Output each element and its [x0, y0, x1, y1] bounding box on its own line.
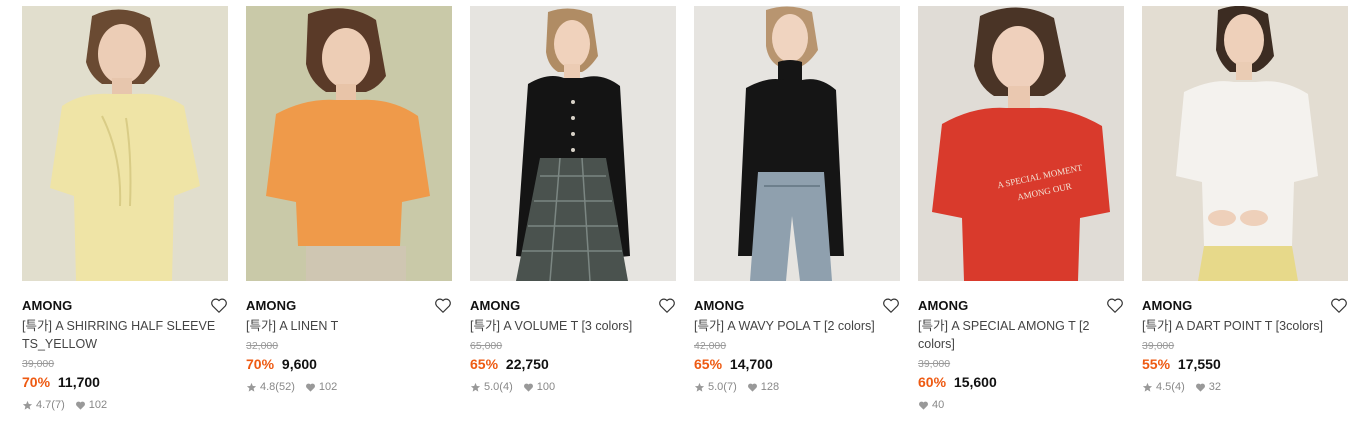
- sale-price: 14,700: [729, 356, 773, 372]
- discount-rate: 55%: [1142, 356, 1171, 372]
- rating-value: 5.0: [484, 381, 500, 393]
- original-price: 42,000: [694, 340, 727, 352]
- sale-price: 9,600: [281, 356, 317, 372]
- like-count: 40: [932, 399, 945, 411]
- original-price: 32,000: [246, 340, 279, 352]
- brand-name[interactable]: AMONG: [1142, 295, 1349, 317]
- original-price: 39,000: [918, 358, 951, 370]
- original-price: 39,000: [22, 358, 55, 370]
- original-price: 39,000: [1142, 340, 1175, 352]
- product-name[interactable]: [특가] A DART POINT T [3colors]: [1142, 317, 1349, 335]
- like-count: 32: [1208, 381, 1221, 393]
- review-count: (7): [723, 381, 737, 393]
- rating-value: 4.7: [36, 399, 52, 411]
- star-icon: [1142, 382, 1153, 393]
- sale-price: 22,750: [505, 356, 549, 372]
- discount-rate: 65%: [470, 356, 499, 372]
- brand-name[interactable]: AMONG: [918, 295, 1125, 317]
- heart-outline-icon[interactable]: [210, 297, 228, 314]
- product-name[interactable]: [특가] A SPECIAL AMONG T [2 colors]: [918, 317, 1125, 353]
- product-name[interactable]: [특가] A SHIRRING HALF SLEEVE TS_YELLOW: [22, 317, 229, 353]
- heart-filled-icon: [747, 382, 758, 393]
- discount-rate: 70%: [22, 374, 51, 390]
- product-photo: [22, 6, 228, 281]
- sale-price: 17,550: [1177, 356, 1221, 372]
- like-count: 102: [318, 381, 338, 393]
- rating-value: 4.5: [1156, 381, 1172, 393]
- product-name[interactable]: [특가] A WAVY POLA T [2 colors]: [694, 317, 901, 335]
- original-price: 65,000: [470, 340, 503, 352]
- product-name[interactable]: [특가] A VOLUME T [3 colors]: [470, 317, 677, 335]
- discount-rate: 60%: [918, 374, 947, 390]
- product-photo: [470, 6, 676, 281]
- heart-outline-icon[interactable]: [1330, 297, 1348, 314]
- product-card[interactable]: AMONG [특가] A VOLUME T [3 colors] 65,000 …: [470, 6, 677, 394]
- heart-outline-icon[interactable]: [434, 297, 452, 314]
- product-photo: [246, 6, 452, 281]
- product-name[interactable]: [특가] A LINEN T: [246, 317, 453, 335]
- sale-price: 15,600: [953, 374, 997, 390]
- product-stats: 40: [918, 398, 1125, 412]
- product-stats: 4.7 (7) 102: [22, 398, 229, 412]
- review-count: (52): [275, 381, 295, 393]
- review-count: (4): [1171, 381, 1185, 393]
- like-count: 102: [88, 399, 108, 411]
- product-card[interactable]: AMONG [특가] A LINEN T 32,000 70% 9,600 4.…: [246, 6, 453, 394]
- heart-outline-icon[interactable]: [1106, 297, 1124, 314]
- discount-rate: 70%: [246, 356, 275, 372]
- star-icon: [22, 400, 33, 411]
- star-icon: [470, 382, 481, 393]
- product-image[interactable]: [694, 6, 900, 281]
- brand-name[interactable]: AMONG: [694, 295, 901, 317]
- heart-filled-icon: [305, 382, 316, 393]
- star-icon: [694, 382, 705, 393]
- rating-value: 4.8: [260, 381, 276, 393]
- like-count: 100: [536, 381, 556, 393]
- product-stats: 4.8 (52) 102: [246, 380, 453, 394]
- product-photo: A SPECIAL MOMENT AMONG OUR: [918, 6, 1124, 281]
- rating-value: 5.0: [708, 381, 724, 393]
- product-image[interactable]: [246, 6, 452, 281]
- heart-filled-icon: [1195, 382, 1206, 393]
- discount-rate: 65%: [694, 356, 723, 372]
- brand-name[interactable]: AMONG: [246, 295, 453, 317]
- product-stats: 5.0 (4) 100: [470, 380, 677, 394]
- product-image[interactable]: [470, 6, 676, 281]
- review-count: (7): [51, 399, 65, 411]
- brand-name[interactable]: AMONG: [470, 295, 677, 317]
- heart-outline-icon[interactable]: [882, 297, 900, 314]
- sale-price: 11,700: [57, 374, 100, 390]
- product-grid: AMONG [특가] A SHIRRING HALF SLEEVE TS_YEL…: [0, 0, 1363, 446]
- review-count: (4): [499, 381, 513, 393]
- product-image[interactable]: [1142, 6, 1348, 281]
- brand-name[interactable]: AMONG: [22, 295, 229, 317]
- product-card[interactable]: A SPECIAL MOMENT AMONG OUR AMONG [특가] A …: [918, 6, 1125, 412]
- product-card[interactable]: AMONG [특가] A WAVY POLA T [2 colors] 42,0…: [694, 6, 901, 394]
- product-photo: [1142, 6, 1348, 281]
- product-stats: 5.0 (7) 128: [694, 380, 901, 394]
- heart-filled-icon: [75, 400, 86, 411]
- heart-filled-icon: [918, 400, 929, 411]
- star-icon: [246, 382, 257, 393]
- like-count: 128: [760, 381, 780, 393]
- product-image[interactable]: A SPECIAL MOMENT AMONG OUR: [918, 6, 1124, 281]
- product-stats: 4.5 (4) 32: [1142, 380, 1349, 394]
- product-image[interactable]: [22, 6, 228, 281]
- product-card[interactable]: AMONG [특가] A SHIRRING HALF SLEEVE TS_YEL…: [22, 6, 229, 412]
- heart-outline-icon[interactable]: [658, 297, 676, 314]
- product-photo: [694, 6, 900, 281]
- product-card[interactable]: AMONG [특가] A DART POINT T [3colors] 39,0…: [1142, 6, 1349, 394]
- heart-filled-icon: [523, 382, 534, 393]
